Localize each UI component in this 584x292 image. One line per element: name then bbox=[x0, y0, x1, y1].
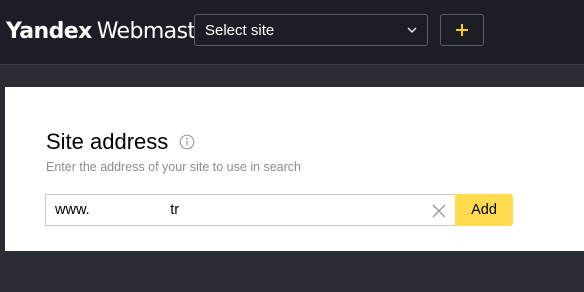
title-row: Site address bbox=[46, 129, 195, 155]
info-icon[interactable] bbox=[179, 134, 195, 150]
add-button[interactable]: Add bbox=[455, 194, 513, 226]
close-icon[interactable] bbox=[431, 203, 447, 219]
add-site-button[interactable] bbox=[440, 14, 484, 46]
chevron-down-icon bbox=[407, 27, 417, 33]
add-button-label: Add bbox=[471, 202, 497, 218]
page-subtitle: Enter the address of your site to use in… bbox=[46, 160, 301, 174]
site-address-value: www. tr bbox=[55, 202, 180, 218]
site-address-input[interactable]: www. tr bbox=[45, 194, 455, 226]
page-title: Site address bbox=[46, 129, 169, 154]
top-header: Yandex Webmaster Select site bbox=[0, 0, 584, 65]
yandex-webmaster-logo[interactable]: Yandex Webmaster bbox=[6, 18, 217, 46]
add-site-panel: Site address Enter the address of your s… bbox=[5, 87, 584, 251]
site-select-dropdown[interactable]: Select site bbox=[194, 14, 428, 46]
brand-logo: Yandex bbox=[6, 19, 92, 44]
plus-icon bbox=[456, 24, 468, 36]
site-select-label: Select site bbox=[205, 22, 275, 39]
